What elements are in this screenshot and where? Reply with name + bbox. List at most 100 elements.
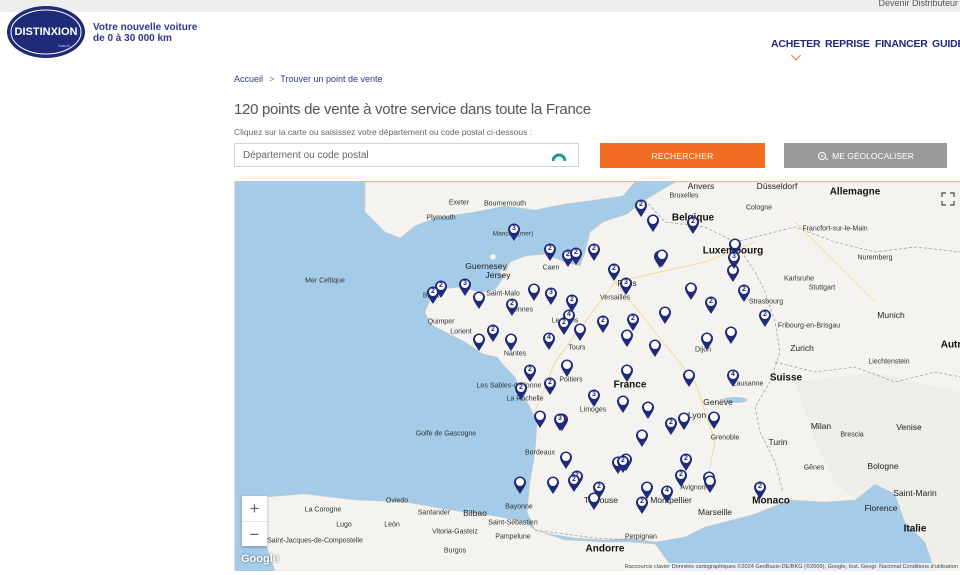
map-label-geneve: Genève bbox=[703, 397, 733, 407]
dealer-pin[interactable] bbox=[534, 410, 547, 429]
dealer-pin[interactable]: 2 bbox=[675, 469, 688, 488]
dealer-pin[interactable] bbox=[561, 359, 574, 378]
zoom-out-button[interactable]: − bbox=[242, 522, 267, 547]
map-label-santander: Santander bbox=[417, 509, 451, 517]
tagline-line-2: de 0 à 30 000 km bbox=[93, 33, 172, 44]
map-label-karlsruhe: Karlsruhe bbox=[784, 275, 814, 283]
dealer-pin[interactable] bbox=[473, 333, 486, 352]
distinxion-logo[interactable]: DISTINXION Auto.fr bbox=[6, 5, 86, 59]
map-label-bayonne: Bayonne bbox=[505, 503, 533, 511]
dealer-pin-count: 2 bbox=[709, 298, 713, 305]
dealer-pin[interactable] bbox=[701, 332, 714, 351]
dealer-pin[interactable] bbox=[685, 282, 698, 301]
map-attribution[interactable]: Raccourcis clavier Données cartographiqu… bbox=[621, 563, 960, 571]
nav-guides[interactable]: GUIDES bbox=[932, 38, 960, 50]
dealer-pin[interactable] bbox=[588, 492, 601, 511]
search-button[interactable]: RECHERCHER bbox=[600, 143, 765, 168]
dealer-pin[interactable]: 2 bbox=[759, 309, 772, 328]
dealer-pin[interactable]: 2 bbox=[427, 286, 440, 305]
dealer-pin[interactable] bbox=[642, 401, 655, 420]
dealer-pin-count: 4 bbox=[665, 487, 669, 494]
dealer-pin[interactable] bbox=[528, 283, 541, 302]
dealer-pin[interactable] bbox=[683, 369, 696, 388]
dealer-pin[interactable]: 3 bbox=[588, 389, 601, 408]
zoom-in-button[interactable]: + bbox=[242, 496, 267, 522]
dealer-pin[interactable]: 2 bbox=[570, 247, 583, 266]
map-label-andorre: Andorre bbox=[585, 543, 625, 555]
map-label-saint-malo: Saint-Malo bbox=[486, 290, 520, 298]
dealer-pin[interactable] bbox=[725, 326, 738, 345]
devenir-distributeur-link[interactable]: Devenir Distributeur bbox=[878, 0, 958, 8]
dealer-pin[interactable]: 2 bbox=[635, 199, 648, 218]
dealer-pin[interactable] bbox=[641, 481, 654, 500]
dealer-pin[interactable] bbox=[473, 291, 486, 310]
nav-acheter[interactable]: ACHETER bbox=[771, 38, 821, 50]
dealer-pin[interactable]: 4 bbox=[543, 332, 556, 351]
dealer-pin[interactable]: 2 bbox=[687, 216, 700, 235]
map-label-zurich: Zurich bbox=[790, 343, 814, 353]
map-label-tours: Tours bbox=[568, 344, 586, 352]
dealer-pin[interactable] bbox=[649, 339, 662, 358]
nav-financer[interactable]: FINANCER bbox=[875, 38, 928, 50]
dealer-map[interactable]: Anvers Düsseldorf Allemagne Bruxelles Be… bbox=[234, 181, 960, 571]
dealer-pin[interactable]: 2 bbox=[738, 284, 751, 303]
dealer-pin[interactable]: 3 bbox=[508, 223, 521, 242]
dealer-pin[interactable]: 3 bbox=[545, 287, 558, 306]
dealer-pin-count: 2 bbox=[510, 300, 514, 307]
breadcrumb-current[interactable]: Trouver un point de vente bbox=[280, 74, 382, 84]
dealer-pin[interactable] bbox=[617, 395, 630, 414]
dealer-pin[interactable]: 2 bbox=[506, 298, 519, 317]
dealer-pin[interactable] bbox=[704, 475, 717, 494]
dealer-pin-count: 3 bbox=[549, 289, 553, 296]
dealer-pin[interactable]: 2 bbox=[665, 417, 678, 436]
page-title: 120 points de vente à votre service dans… bbox=[234, 101, 591, 118]
dealer-pin[interactable]: 2 bbox=[754, 481, 767, 500]
map-label-autriche: Autr bbox=[940, 339, 960, 351]
dealer-pin[interactable]: 2 bbox=[705, 296, 718, 315]
dealer-pin[interactable]: 2 bbox=[544, 243, 557, 262]
dealer-pin[interactable]: 2 bbox=[544, 377, 557, 396]
dealer-pin[interactable]: 3 bbox=[728, 251, 741, 270]
fullscreen-icon[interactable] bbox=[941, 192, 955, 206]
dealer-pin-count: 3 bbox=[624, 279, 628, 286]
dealer-pin[interactable]: 4 bbox=[661, 485, 674, 504]
dealer-pin[interactable]: 2 bbox=[524, 364, 537, 383]
map-label-saint-marin: Saint-Marin bbox=[893, 488, 937, 498]
dealer-pin[interactable] bbox=[505, 333, 518, 352]
map-label-bologne: Bologne bbox=[867, 461, 899, 471]
dealer-pin[interactable] bbox=[678, 412, 691, 431]
postal-code-input[interactable] bbox=[235, 144, 543, 166]
dealer-pin[interactable] bbox=[560, 451, 573, 470]
dealer-pin[interactable]: 3 bbox=[554, 413, 567, 432]
dealer-pin[interactable]: 2 bbox=[588, 243, 601, 262]
dealer-pin[interactable]: 4 bbox=[727, 369, 740, 388]
nav-reprise[interactable]: REPRISE bbox=[825, 38, 870, 50]
dealer-pin[interactable] bbox=[636, 429, 649, 448]
dealer-pin[interactable] bbox=[656, 249, 669, 268]
dealer-pin[interactable]: 2 bbox=[515, 382, 528, 401]
dealer-pin[interactable] bbox=[659, 306, 672, 325]
dealer-pin[interactable]: 3 bbox=[459, 278, 472, 297]
dealer-pin[interactable] bbox=[574, 323, 587, 342]
dealer-pin[interactable]: 2 bbox=[568, 474, 581, 493]
search-field bbox=[234, 143, 579, 167]
dealer-pin[interactable]: 2 bbox=[558, 317, 571, 336]
dealer-pin[interactable]: 2 bbox=[627, 313, 640, 332]
dealer-pin[interactable] bbox=[647, 214, 660, 233]
geolocate-button[interactable]: ME GÉOLOCALISER bbox=[784, 143, 947, 168]
google-logo: Google bbox=[241, 553, 279, 565]
dealer-pin-count: 2 bbox=[570, 296, 574, 303]
dealer-pin[interactable] bbox=[708, 411, 721, 430]
dealer-pin[interactable]: 2 bbox=[597, 315, 610, 334]
map-label-oviedo: Oviedo bbox=[385, 497, 409, 505]
dealer-pin[interactable]: 2 bbox=[487, 324, 500, 343]
dealer-pin[interactable]: 3 bbox=[620, 277, 633, 296]
dealer-pin[interactable] bbox=[621, 364, 634, 383]
map-label-saint-jacques: Saint-Jacques-de-Compostelle bbox=[267, 537, 363, 545]
dealer-pin[interactable]: 2 bbox=[617, 455, 630, 474]
map-label-quimper: Quimper bbox=[427, 318, 455, 326]
dealer-pin[interactable] bbox=[514, 476, 527, 495]
dealer-pin[interactable] bbox=[547, 476, 560, 495]
breadcrumb-home[interactable]: Accueil bbox=[234, 74, 263, 84]
map-label-turin: Turin bbox=[768, 437, 788, 447]
